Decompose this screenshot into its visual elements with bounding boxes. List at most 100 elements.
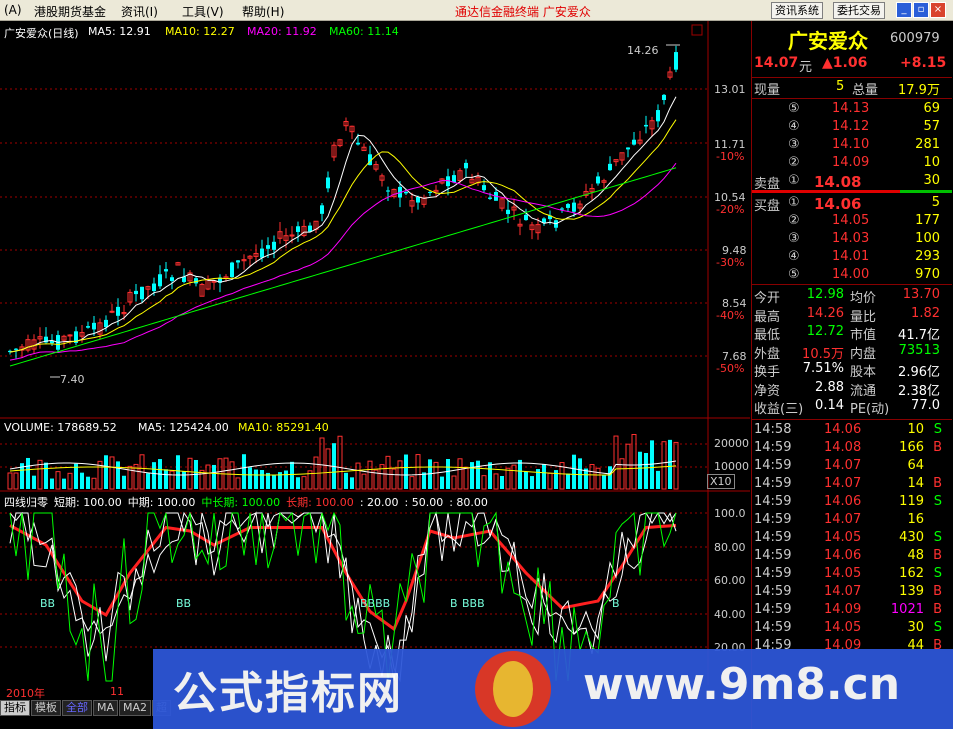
- stat-label: 均价: [850, 291, 877, 306]
- volume-bar: [86, 476, 90, 489]
- stat-row[interactable]: 收益(三) 0.14 PE(动) 77.0: [752, 398, 952, 417]
- ask-row[interactable]: 卖盘 ① 14.08 30: [752, 173, 952, 192]
- stat-row[interactable]: 最高 14.26 量比 1.82: [752, 306, 952, 325]
- volume-bar: [589, 464, 595, 490]
- volume-bar: [415, 454, 421, 490]
- volume-bar: [176, 455, 180, 489]
- tick-row[interactable]: 14:59 14.06 119 S: [752, 494, 952, 512]
- bid-row[interactable]: ⑤ 14.00 970: [752, 267, 952, 285]
- tick-row[interactable]: 14:58 14.06 10 S: [752, 422, 952, 440]
- tick-side: S: [933, 566, 942, 581]
- ask-row[interactable]: ④ 14.12 57: [752, 119, 952, 137]
- volume-bar: [272, 475, 276, 489]
- vol-ma10-label: MA10: 85291.40: [238, 421, 329, 434]
- menu-item-tools[interactable]: 工具(V): [182, 3, 224, 20]
- tick-row[interactable]: 14:59 14.05 30 S: [752, 620, 952, 638]
- info-system-button[interactable]: 资讯系统: [771, 2, 823, 19]
- volume-bar: [284, 470, 288, 489]
- watermark-right-text: www.9m8.cn: [583, 659, 901, 710]
- volume-bar: [44, 462, 48, 489]
- bid-row[interactable]: ② 14.05 177: [752, 213, 952, 231]
- volume-bar: [608, 466, 612, 489]
- ask-row[interactable]: ⑤ 14.13 69: [752, 101, 952, 119]
- menu-bar: (A) 港股期货基金 资讯(I) 工具(V) 帮助(H) 通达信金融终端 广安爱…: [0, 0, 953, 21]
- tick-row[interactable]: 14:59 14.07 14 B: [752, 476, 952, 494]
- price-unit: 元: [799, 60, 813, 75]
- chart-canvas[interactable]: [0, 21, 750, 685]
- volume-bar: [505, 467, 511, 490]
- ask-vol: 69: [923, 101, 940, 116]
- stat-label: 最低: [754, 328, 781, 343]
- candle-body: [452, 175, 456, 183]
- tick-row[interactable]: 14:59 14.07 64: [752, 458, 952, 476]
- tick-vol: 64: [907, 458, 924, 473]
- candle-body: [632, 139, 636, 145]
- menu-item-help[interactable]: 帮助(H): [242, 3, 284, 20]
- candle-body: [560, 208, 564, 210]
- tick-row[interactable]: 14:59 14.07 139 B: [752, 584, 952, 602]
- candle-body: [656, 110, 660, 122]
- menu-item-hk-futures[interactable]: 港股期货基金: [34, 3, 106, 20]
- volume-bar: [146, 473, 150, 489]
- tick-side: B: [933, 602, 942, 617]
- ask-vol: 57: [923, 119, 940, 134]
- tick-side: B: [933, 548, 942, 563]
- stat-row[interactable]: 换手 7.51% 股本 2.96亿: [752, 361, 952, 380]
- kline-chart-area[interactable]: 广安爱众(日线) MA5: 12.91 MA10: 12.27 MA20: 11…: [0, 21, 750, 685]
- tick-row[interactable]: 14:59 14.07 16: [752, 512, 952, 530]
- tick-vol: 30: [907, 620, 924, 635]
- ask-row[interactable]: ③ 14.10 281: [752, 137, 952, 155]
- candle-body: [164, 269, 168, 272]
- tick-row[interactable]: 14:59 14.05 162 S: [752, 566, 952, 584]
- tick-time: 14:58: [754, 422, 792, 437]
- restore-icon[interactable]: ▫: [913, 2, 929, 18]
- tab-ma2[interactable]: MA2: [119, 700, 152, 716]
- indicator-header-item: : 80.00: [449, 496, 488, 509]
- ind-axis-1: 100.0: [714, 507, 746, 520]
- tick-row[interactable]: 14:59 14.06 48 B: [752, 548, 952, 566]
- stat-row[interactable]: 今开 12.98 均价 13.70: [752, 287, 952, 306]
- candle-body: [92, 322, 96, 330]
- stat-row[interactable]: 最低 12.72 市值 41.7亿: [752, 324, 952, 343]
- tick-time: 14:59: [754, 530, 792, 545]
- tab-indicator[interactable]: 指标: [0, 700, 30, 716]
- volume-bar: [290, 461, 294, 489]
- volume-bar: [182, 471, 186, 489]
- volume-bar: [391, 468, 397, 490]
- indicator-header-item: 短期: 100.00: [54, 496, 122, 509]
- stat-row[interactable]: 净资 2.88 流通 2.38亿: [752, 380, 952, 399]
- candle-body: [140, 286, 144, 300]
- volume-bar: [488, 462, 492, 489]
- minimize-icon[interactable]: _: [896, 2, 912, 18]
- stat-row[interactable]: 外盘 10.5万 内盘 73513: [752, 343, 952, 362]
- ask-row[interactable]: ② 14.09 10: [752, 155, 952, 173]
- now-vol-label: 现量: [754, 83, 781, 98]
- ask-price: 14.10: [832, 137, 870, 152]
- ma5-line: [9, 96, 677, 353]
- date-label-month: 11: [110, 685, 124, 698]
- bid-row[interactable]: 买盘 ① 14.06 5: [752, 195, 952, 214]
- bid-row[interactable]: ④ 14.01 293: [752, 249, 952, 267]
- volume-bar: [476, 460, 480, 489]
- tick-row[interactable]: 14:59 14.05 430 S: [752, 530, 952, 548]
- ma5-label: MA5: 12.91: [88, 25, 151, 38]
- ask-level: ②: [788, 155, 800, 170]
- tab-template[interactable]: 模板: [31, 700, 61, 716]
- tick-vol: 10: [907, 422, 924, 437]
- indicator-header-item: 长期: 100.00: [286, 496, 354, 509]
- candle-body: [404, 191, 408, 194]
- close-icon[interactable]: ×: [930, 2, 946, 18]
- trade-button[interactable]: 委托交易: [833, 2, 885, 19]
- tick-side: S: [933, 530, 942, 545]
- menu-item-a[interactable]: (A): [4, 3, 22, 17]
- bid-row[interactable]: ③ 14.03 100: [752, 231, 952, 249]
- tick-time: 14:59: [754, 458, 792, 473]
- app-title: 通达信金融终端 广安爱众: [455, 5, 591, 19]
- tick-time: 14:59: [754, 602, 792, 617]
- tick-row[interactable]: 14:59 14.09 1021 B: [752, 602, 952, 620]
- tick-row[interactable]: 14:59 14.08 166 B: [752, 440, 952, 458]
- tab-all[interactable]: 全部: [62, 700, 92, 716]
- tab-ma[interactable]: MA: [93, 700, 119, 716]
- tick-side: S: [933, 620, 942, 635]
- menu-item-news[interactable]: 资讯(I): [121, 3, 158, 20]
